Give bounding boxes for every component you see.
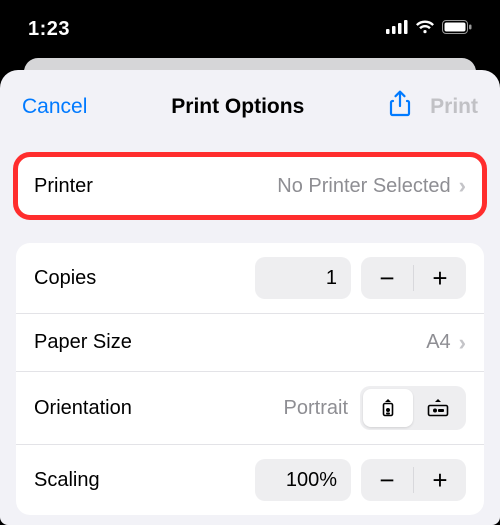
copies-increment-button[interactable]: + xyxy=(414,257,466,299)
copies-field[interactable]: 1 xyxy=(255,257,351,299)
settings-group: Copies 1 − + Paper Size A4 › xyxy=(16,243,484,515)
status-time: 1:23 xyxy=(28,18,70,41)
print-options-sheet: Cancel Print Options Print Printer No Pr… xyxy=(0,70,500,525)
copies-stepper: − + xyxy=(361,257,466,299)
orientation-portrait-button[interactable] xyxy=(363,389,413,427)
scaling-increment-button[interactable]: + xyxy=(414,459,466,501)
copies-row: Copies 1 − + xyxy=(16,243,484,313)
wifi-icon xyxy=(415,20,435,39)
share-icon[interactable] xyxy=(388,90,412,123)
scaling-stepper: − + xyxy=(361,459,466,501)
scaling-decrement-button[interactable]: − xyxy=(361,459,413,501)
sheet-navbar: Cancel Print Options Print xyxy=(0,84,500,137)
copies-label: Copies xyxy=(34,267,96,290)
orientation-landscape-button[interactable] xyxy=(413,389,463,427)
paper-size-row[interactable]: Paper Size A4 › xyxy=(16,313,484,371)
chevron-right-icon: › xyxy=(459,175,466,197)
orientation-row: Orientation Portrait xyxy=(16,371,484,444)
status-bar: 1:23 xyxy=(0,0,500,58)
scaling-field[interactable]: 100% xyxy=(255,459,351,501)
scaling-row: Scaling 100% − + xyxy=(16,444,484,515)
cancel-button[interactable]: Cancel xyxy=(22,95,87,119)
chevron-right-icon: › xyxy=(459,332,466,354)
battery-icon xyxy=(442,20,472,39)
cellular-icon xyxy=(386,20,408,39)
copies-decrement-button[interactable]: − xyxy=(361,257,413,299)
sheet-title: Print Options xyxy=(171,95,304,119)
orientation-label: Orientation xyxy=(34,397,132,420)
paper-size-label: Paper Size xyxy=(34,331,132,354)
printer-row[interactable]: Printer No Printer Selected › xyxy=(16,155,484,217)
printer-value: No Printer Selected xyxy=(277,175,450,198)
orientation-value: Portrait xyxy=(284,397,348,420)
status-indicators xyxy=(386,20,472,39)
paper-size-value: A4 xyxy=(426,331,450,354)
scaling-label: Scaling xyxy=(34,469,100,492)
print-button[interactable]: Print xyxy=(430,95,478,119)
printer-group: Printer No Printer Selected › xyxy=(16,155,484,217)
printer-label: Printer xyxy=(34,175,93,198)
orientation-segmented xyxy=(360,386,466,430)
